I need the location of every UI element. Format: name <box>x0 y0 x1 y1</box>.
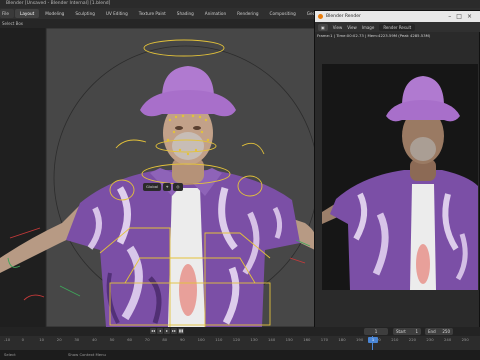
timeline-tick-label: 30 <box>74 337 80 342</box>
close-icon[interactable]: × <box>467 13 477 20</box>
window-titlebar: Blender [Unsaved - Blender Internal] [1.… <box>0 0 480 8</box>
timeline-tick-label: 250 <box>461 337 469 342</box>
blender-app: Blender [Unsaved - Blender Internal] [1.… <box>0 0 480 360</box>
timeline-tick-label: 220 <box>408 337 417 342</box>
timeline-tick-label: -10 <box>4 337 11 342</box>
pause-button[interactable]: ▮▮ <box>178 328 184 334</box>
render-result-selector[interactable]: Render Result <box>379 23 416 31</box>
timeline-tick-label: 20 <box>56 337 62 342</box>
end-value: 250 <box>442 329 450 334</box>
timeline-tick-label: 160 <box>303 337 311 342</box>
status-context-menu-hint: Show Context Menu <box>68 352 106 357</box>
beard <box>172 132 204 160</box>
timeline-tick-label: 150 <box>285 337 293 342</box>
maximize-icon[interactable]: □ <box>456 13 467 20</box>
timeline-tick-label: 50 <box>109 337 115 342</box>
tab-compositing[interactable]: Compositing <box>265 9 301 18</box>
snap-toggle[interactable]: ⌖ <box>163 182 172 191</box>
tab-uv-editing[interactable]: UV Editing <box>101 9 133 18</box>
tab-modeling[interactable]: Modeling <box>40 9 69 18</box>
timeline-tick-label: 230 <box>426 337 434 342</box>
render-stats: Frame:1 | Time:00:02.73 | Mem:4223.59M (… <box>317 33 431 38</box>
end-frame-field[interactable]: End 250 <box>425 328 453 335</box>
render-beard <box>410 137 436 161</box>
jump-start-button[interactable]: ◂◂ <box>150 328 156 334</box>
tab-sculpting[interactable]: Sculpting <box>70 9 100 18</box>
timeline-tick-label: 120 <box>232 337 241 342</box>
menu-view-2[interactable]: View <box>347 25 357 30</box>
start-label: Start <box>396 329 406 334</box>
bucket-hat-brim <box>140 90 236 117</box>
menu-image[interactable]: Image <box>362 25 375 30</box>
menu-view[interactable]: View <box>333 25 343 30</box>
timeline-tick-label: 0 <box>21 337 25 342</box>
character-viewport-render <box>0 28 315 327</box>
timeline-tick-label: 170 <box>320 337 329 342</box>
right-eye <box>193 126 201 130</box>
render-window-title: Blender Render <box>326 14 361 19</box>
render-shirt <box>330 170 478 290</box>
start-frame-field[interactable]: Start 1 <box>393 328 421 335</box>
playhead-frame-label: 1 <box>368 337 378 343</box>
timeline-tick-label: 110 <box>215 337 223 342</box>
render-tattoo <box>416 244 430 284</box>
chest-tattoo <box>179 264 197 316</box>
window-title: Blender [Unsaved - Blender Internal] [1.… <box>6 1 111 6</box>
transform-pivot-dropdown[interactable]: Global <box>143 182 162 191</box>
current-frame-field[interactable]: 1 <box>364 328 388 335</box>
tab-file[interactable]: File <box>0 9 15 18</box>
render-window: Blender Render –□× ▣ View View Image Ren… <box>314 10 480 330</box>
timeline-tick-label: 180 <box>338 337 346 342</box>
timeline-tick-label: 80 <box>162 337 168 342</box>
timeline-tick-label: 140 <box>268 337 276 342</box>
playback-controls: ◂◂ ◂ ▸ ▸▸ ▮▮ <box>150 328 184 335</box>
proportional-edit-toggle[interactable]: ◎ <box>173 182 183 191</box>
timeline-tick-label: 10 <box>39 337 45 342</box>
start-value: 1 <box>415 329 418 334</box>
jump-end-button[interactable]: ▸▸ <box>171 328 177 334</box>
render-result-image[interactable] <box>322 64 478 290</box>
end-label: End <box>428 329 436 334</box>
tab-texture-paint[interactable]: Texture Paint <box>134 9 171 18</box>
timeline-tick-label: 210 <box>391 337 399 342</box>
tab-layout[interactable]: Layout <box>15 9 40 18</box>
status-bar: Select Show Context Menu <box>0 350 480 360</box>
viewport-toolbar: Global ⌖ ◎ <box>143 182 183 191</box>
viewport-header: Select Box <box>0 19 315 28</box>
timeline-tick-label: 130 <box>250 337 258 342</box>
timeline-tick-label: 240 <box>444 337 452 342</box>
3d-viewport[interactable]: Global ⌖ ◎ <box>0 28 315 327</box>
timeline-ruler[interactable]: -10 0 10 20 30 40 50 60 70 80 90 100 110 120 130 140 150… <box>0 336 480 350</box>
editor-type-dropdown[interactable]: ▣ <box>318 23 328 31</box>
image-editor-header: ▣ View View Image Render Result <box>315 22 480 32</box>
blender-logo-icon <box>318 14 323 19</box>
status-select-hint: Select <box>4 352 16 357</box>
tab-animation[interactable]: Animation <box>200 9 231 18</box>
timeline-tick-label: 60 <box>127 337 133 342</box>
timeline-tick-label: 70 <box>144 337 150 342</box>
timeline-tick-label: 190 <box>356 337 364 342</box>
tab-rendering[interactable]: Rendering <box>232 9 263 18</box>
play-button[interactable]: ▸ <box>164 328 170 334</box>
select-mode-dropdown[interactable]: Select Box <box>2 19 23 28</box>
timeline-tick-label: 40 <box>92 337 97 342</box>
tab-shading[interactable]: Shading <box>172 9 199 18</box>
window-controls: –□× <box>448 11 477 22</box>
rendered-character <box>322 64 478 290</box>
step-back-button[interactable]: ◂ <box>157 328 163 334</box>
left-eye <box>175 126 183 130</box>
timeline-tick-label: 100 <box>197 337 205 342</box>
timeline-tick-label: 90 <box>180 337 185 342</box>
